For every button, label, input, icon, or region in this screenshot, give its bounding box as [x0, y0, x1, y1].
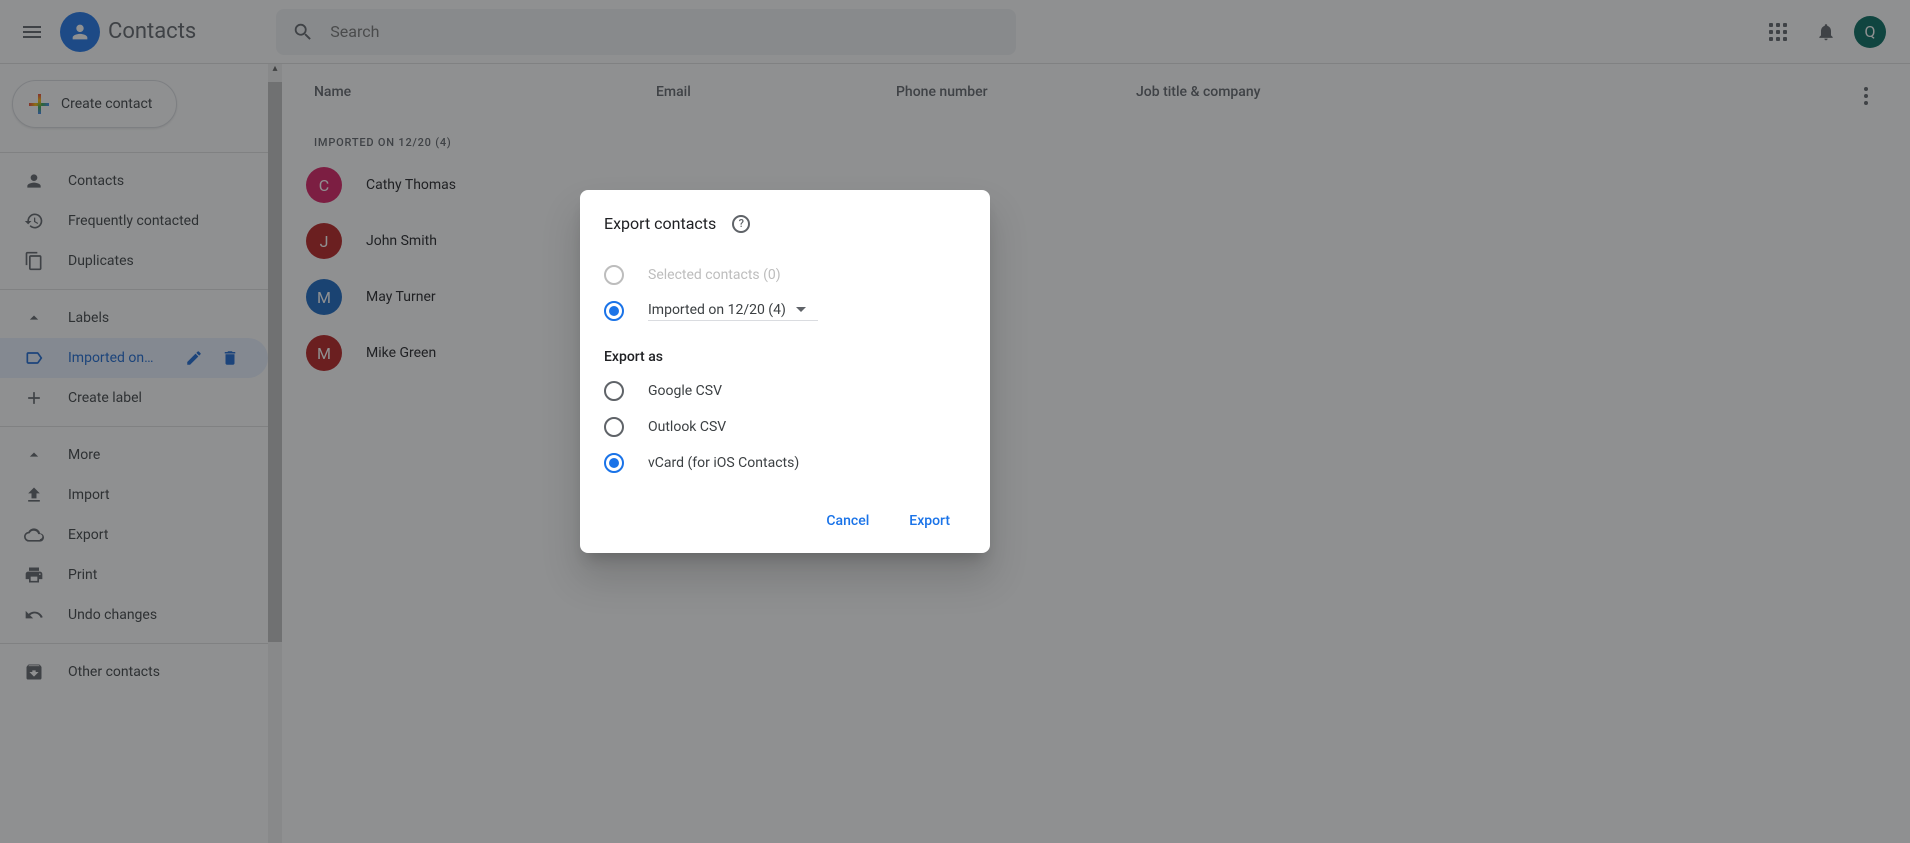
- cancel-button[interactable]: Cancel: [810, 505, 885, 537]
- radio-icon: [604, 381, 624, 401]
- radio-selected-contacts: Selected contacts (0): [604, 257, 966, 293]
- radio-vcard[interactable]: vCard (for iOS Contacts): [604, 445, 966, 481]
- radio-label: Imported on 12/20 (4): [648, 302, 786, 318]
- radio-icon: [604, 301, 624, 321]
- export-dialog: Export contacts ? Selected contacts (0) …: [580, 190, 990, 553]
- radio-label: Outlook CSV: [648, 419, 726, 435]
- radio-outlook-csv[interactable]: Outlook CSV: [604, 409, 966, 445]
- radio-icon: [604, 453, 624, 473]
- radio-imported-contacts[interactable]: Imported on 12/20 (4): [604, 293, 966, 329]
- radio-google-csv[interactable]: Google CSV: [604, 373, 966, 409]
- radio-label: Selected contacts (0): [648, 267, 781, 283]
- chevron-down-icon: [796, 307, 806, 312]
- radio-icon: [604, 417, 624, 437]
- radio-icon: [604, 265, 624, 285]
- export-as-heading: Export as: [604, 349, 966, 365]
- export-button[interactable]: Export: [893, 505, 966, 537]
- dialog-title: Export contacts: [604, 214, 716, 233]
- help-icon[interactable]: ?: [732, 215, 750, 233]
- radio-label: vCard (for iOS Contacts): [648, 455, 799, 471]
- source-dropdown[interactable]: Imported on 12/20 (4): [648, 302, 818, 321]
- radio-label: Google CSV: [648, 383, 722, 399]
